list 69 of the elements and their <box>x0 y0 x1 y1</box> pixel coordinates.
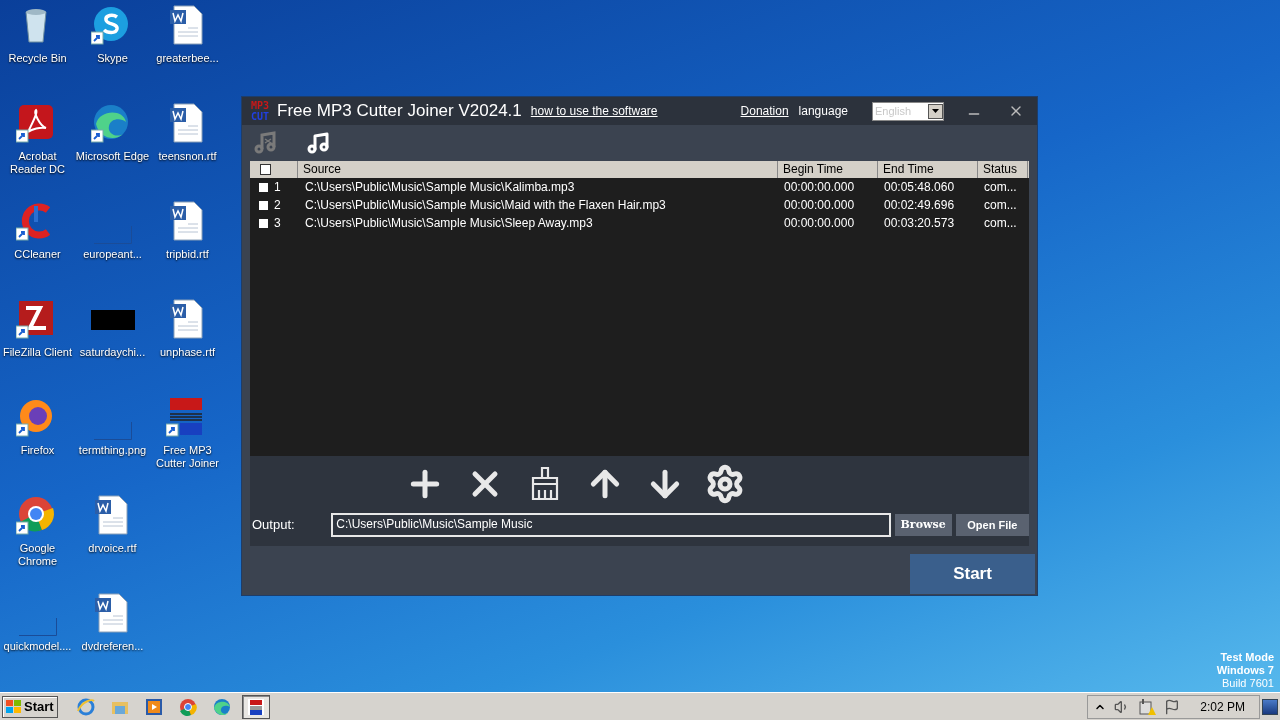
desktop-icon-label[interactable]: quickmodel.... <box>0 640 75 653</box>
table-cell-text: com... <box>983 179 1018 196</box>
music-icon[interactable] <box>306 131 330 155</box>
table-cell-text: C:\Users\Public\Music\Sample Music\Maid with the Flaxen Hair.mp3 <box>304 197 667 214</box>
row-checkbox[interactable] <box>259 218 268 228</box>
output-label: Output: <box>251 516 296 535</box>
os-watermark-text: Test Mode <box>1220 651 1274 664</box>
column-header[interactable]: End Time <box>878 161 978 178</box>
header-checkbox[interactable] <box>260 164 271 175</box>
table-cell-text: C:\Users\Public\Music\Sample Music\Kalimba.mp3 <box>304 179 576 196</box>
media-player-icon <box>143 696 164 717</box>
os-watermark-text: Build 7601 <box>1222 677 1274 690</box>
desktop-icon-label[interactable]: Google Chrome <box>0 542 75 568</box>
column-header[interactable]: Source <box>298 161 778 178</box>
chrome-icon <box>177 696 198 717</box>
row-number: 3 <box>274 215 281 232</box>
action-center-flag-icon[interactable] <box>1164 698 1181 715</box>
desktop-icon-label[interactable]: Acrobat Reader DC <box>0 150 75 176</box>
browse-button[interactable]: Browse <box>894 514 952 536</box>
table-cell-text: com... <box>983 215 1018 232</box>
desktop-icon-label[interactable]: Skype <box>75 52 150 65</box>
desktop-icon-label[interactable]: saturdaychi... <box>75 346 150 359</box>
desktop-icon-label[interactable]: termthing.png <box>75 444 150 457</box>
donation-link[interactable]: Donation <box>740 102 789 120</box>
start-button[interactable]: Start <box>910 554 1035 594</box>
column-header[interactable]: Begin Time <box>778 161 878 178</box>
table-cell-text: C:\Users\Public\Music\Sample Music\Sleep Away.mp3 <box>304 215 594 232</box>
output-path-field[interactable]: C:\Users\Public\Music\Sample Music <box>331 513 891 537</box>
table-cell-text: com... <box>983 197 1018 214</box>
desktop-icon-label[interactable]: drvoice.rtf <box>75 542 150 555</box>
desktop-icon-label[interactable]: dvdreferen... <box>75 640 150 653</box>
browser-icon <box>75 696 96 717</box>
table-cell-text: 00:00:00.000 <box>783 215 856 232</box>
desktop-icon-label[interactable]: greaterbee... <box>150 52 225 65</box>
row-checkbox[interactable] <box>259 200 268 210</box>
desktop-icon-label[interactable]: Recycle Bin <box>0 52 75 65</box>
windows-logo-icon <box>6 699 22 714</box>
open-file-button[interactable]: Open File <box>955 514 1029 536</box>
desktop-icon-label[interactable]: tripbid.rtf <box>150 248 225 261</box>
table-cell-text: 00:05:48.060 <box>883 179 956 196</box>
window-title: Free MP3 Cutter Joiner V2024.1 <box>277 100 522 123</box>
desktop-icon-label[interactable]: CCleaner <box>0 248 75 261</box>
row-number: 2 <box>274 197 281 214</box>
desktop-icon-label[interactable]: Free MP3 Cutter Joiner <box>150 444 225 470</box>
os-watermark-text: Windows 7 <box>1216 664 1274 677</box>
language-label: language <box>798 103 848 120</box>
desktop-icon-label[interactable]: teensnon.rtf <box>150 150 225 163</box>
desktop-icon-label[interactable]: FileZilla Client <box>0 346 75 359</box>
app-logo: MP3 CUT <box>251 100 270 122</box>
taskbar-app-button[interactable] <box>241 694 270 719</box>
desktop-icon-label[interactable]: Firefox <box>0 444 75 457</box>
row-number: 1 <box>274 179 281 196</box>
table-cell-text: 00:02:49.696 <box>883 197 956 214</box>
network-warning-icon[interactable] <box>1138 697 1157 716</box>
start-menu-button[interactable]: Start <box>2 695 58 718</box>
edge-icon <box>211 696 232 717</box>
desktop-icon-label[interactable]: Microsoft Edge <box>75 150 150 163</box>
column-header[interactable]: Status <box>978 161 1028 178</box>
desktop-icon-label[interactable]: unphase.rtf <box>150 346 225 359</box>
show-desktop-button[interactable] <box>1262 698 1278 715</box>
table-cell-text: 00:00:00.000 <box>783 197 856 214</box>
cutter-app-icon <box>245 696 266 717</box>
clock[interactable]: 2:02 PM <box>1200 697 1245 716</box>
help-link[interactable]: how to use the software <box>530 102 658 120</box>
row-checkbox[interactable] <box>259 182 268 192</box>
table-cell-text: 00:03:20.573 <box>883 215 956 232</box>
desktop-icon-label[interactable]: europeant... <box>75 248 150 261</box>
dropdown-arrow-icon <box>932 109 939 113</box>
table-cell-text: 00:00:00.000 <box>783 179 856 196</box>
